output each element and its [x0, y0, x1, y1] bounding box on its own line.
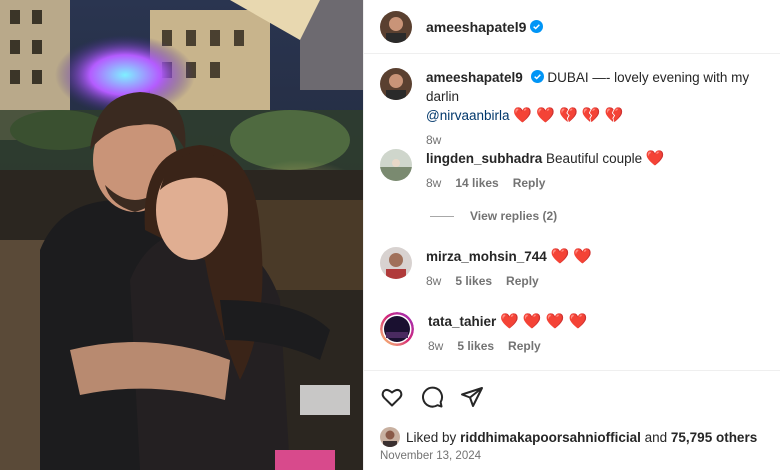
liked-by-and: and — [644, 429, 668, 445]
share-send-icon[interactable] — [460, 385, 484, 409]
reply-button[interactable]: Reply — [506, 272, 539, 291]
divider — [430, 215, 454, 217]
liked-by[interactable]: Liked by riddhimakapoorsahniofficial and… — [380, 427, 757, 447]
story-ring-avatar[interactable] — [380, 312, 414, 346]
comment-text: Beautiful couple — [546, 151, 643, 166]
avatar[interactable] — [380, 247, 412, 279]
reply-button[interactable]: Reply — [508, 337, 541, 356]
comment-time[interactable]: 8w — [428, 337, 443, 356]
post-header: ameeshapatel9 — [364, 0, 780, 54]
post-detail-panel: ameeshapatel9 ameeshapatel9 DUBAI —- lov… — [363, 0, 780, 470]
heart-emojis: ❤️ ❤️ 💔 💔 💔 — [513, 107, 624, 124]
view-replies-label: View replies (2) — [470, 209, 558, 223]
post-actions: Liked by riddhimakapoorsahniofficial and… — [364, 370, 780, 470]
liked-by-user[interactable]: riddhimakapoorsahniofficial — [460, 430, 641, 445]
comment-item: tata_tahier ❤️ ❤️ ❤️ ❤️ 8w 5 likes Reply — [380, 312, 780, 356]
liked-by-prefix: Liked by — [406, 429, 457, 445]
comment-item: lingden_subhadra Beautiful couple ❤️ 8w … — [380, 149, 780, 193]
comment-time[interactable]: 8w — [426, 272, 441, 291]
avatar[interactable] — [380, 68, 412, 100]
verified-icon — [530, 20, 544, 33]
reply-button[interactable]: Reply — [513, 174, 546, 193]
comment-likes[interactable]: 5 likes — [455, 272, 492, 291]
comment-username[interactable]: tata_tahier — [428, 314, 496, 329]
likes-count[interactable]: 75,795 others — [671, 430, 757, 445]
comment-likes[interactable]: 5 likes — [457, 337, 494, 356]
like-heart-icon[interactable] — [380, 385, 404, 409]
caption-username[interactable]: ameeshapatel9 — [426, 70, 523, 85]
mention-link[interactable]: @nirvaanbirla — [426, 108, 510, 123]
comment-likes[interactable]: 14 likes — [455, 174, 498, 193]
header-username[interactable]: ameeshapatel9 — [426, 19, 526, 35]
comment-bubble-icon[interactable] — [420, 385, 444, 409]
verified-icon — [530, 70, 544, 83]
comment-username[interactable]: mirza_mohsin_744 — [426, 249, 547, 264]
heart-emojis: ❤️ — [645, 150, 665, 167]
comment-time[interactable]: 8w — [426, 174, 441, 193]
comment-item: mirza_mohsin_744 ❤️ ❤️ 8w 5 likes Reply — [380, 247, 780, 291]
caption-time[interactable]: 8w — [426, 131, 441, 150]
heart-emojis: ❤️ ❤️ — [550, 248, 593, 265]
view-replies-button[interactable]: View replies (2) — [430, 209, 557, 223]
heart-emojis: ❤️ ❤️ ❤️ ❤️ — [500, 313, 588, 330]
avatar[interactable] — [380, 10, 412, 43]
caption: ameeshapatel9 DUBAI —- lovely evening wi… — [380, 68, 780, 150]
comment-username[interactable]: lingden_subhadra — [426, 151, 542, 166]
post-date: November 13, 2024 — [380, 450, 482, 462]
avatar[interactable] — [380, 149, 412, 181]
post-photo[interactable] — [0, 0, 363, 470]
caption-body: ameeshapatel9 DUBAI —- lovely evening wi… — [426, 68, 780, 150]
avatar — [380, 427, 400, 447]
